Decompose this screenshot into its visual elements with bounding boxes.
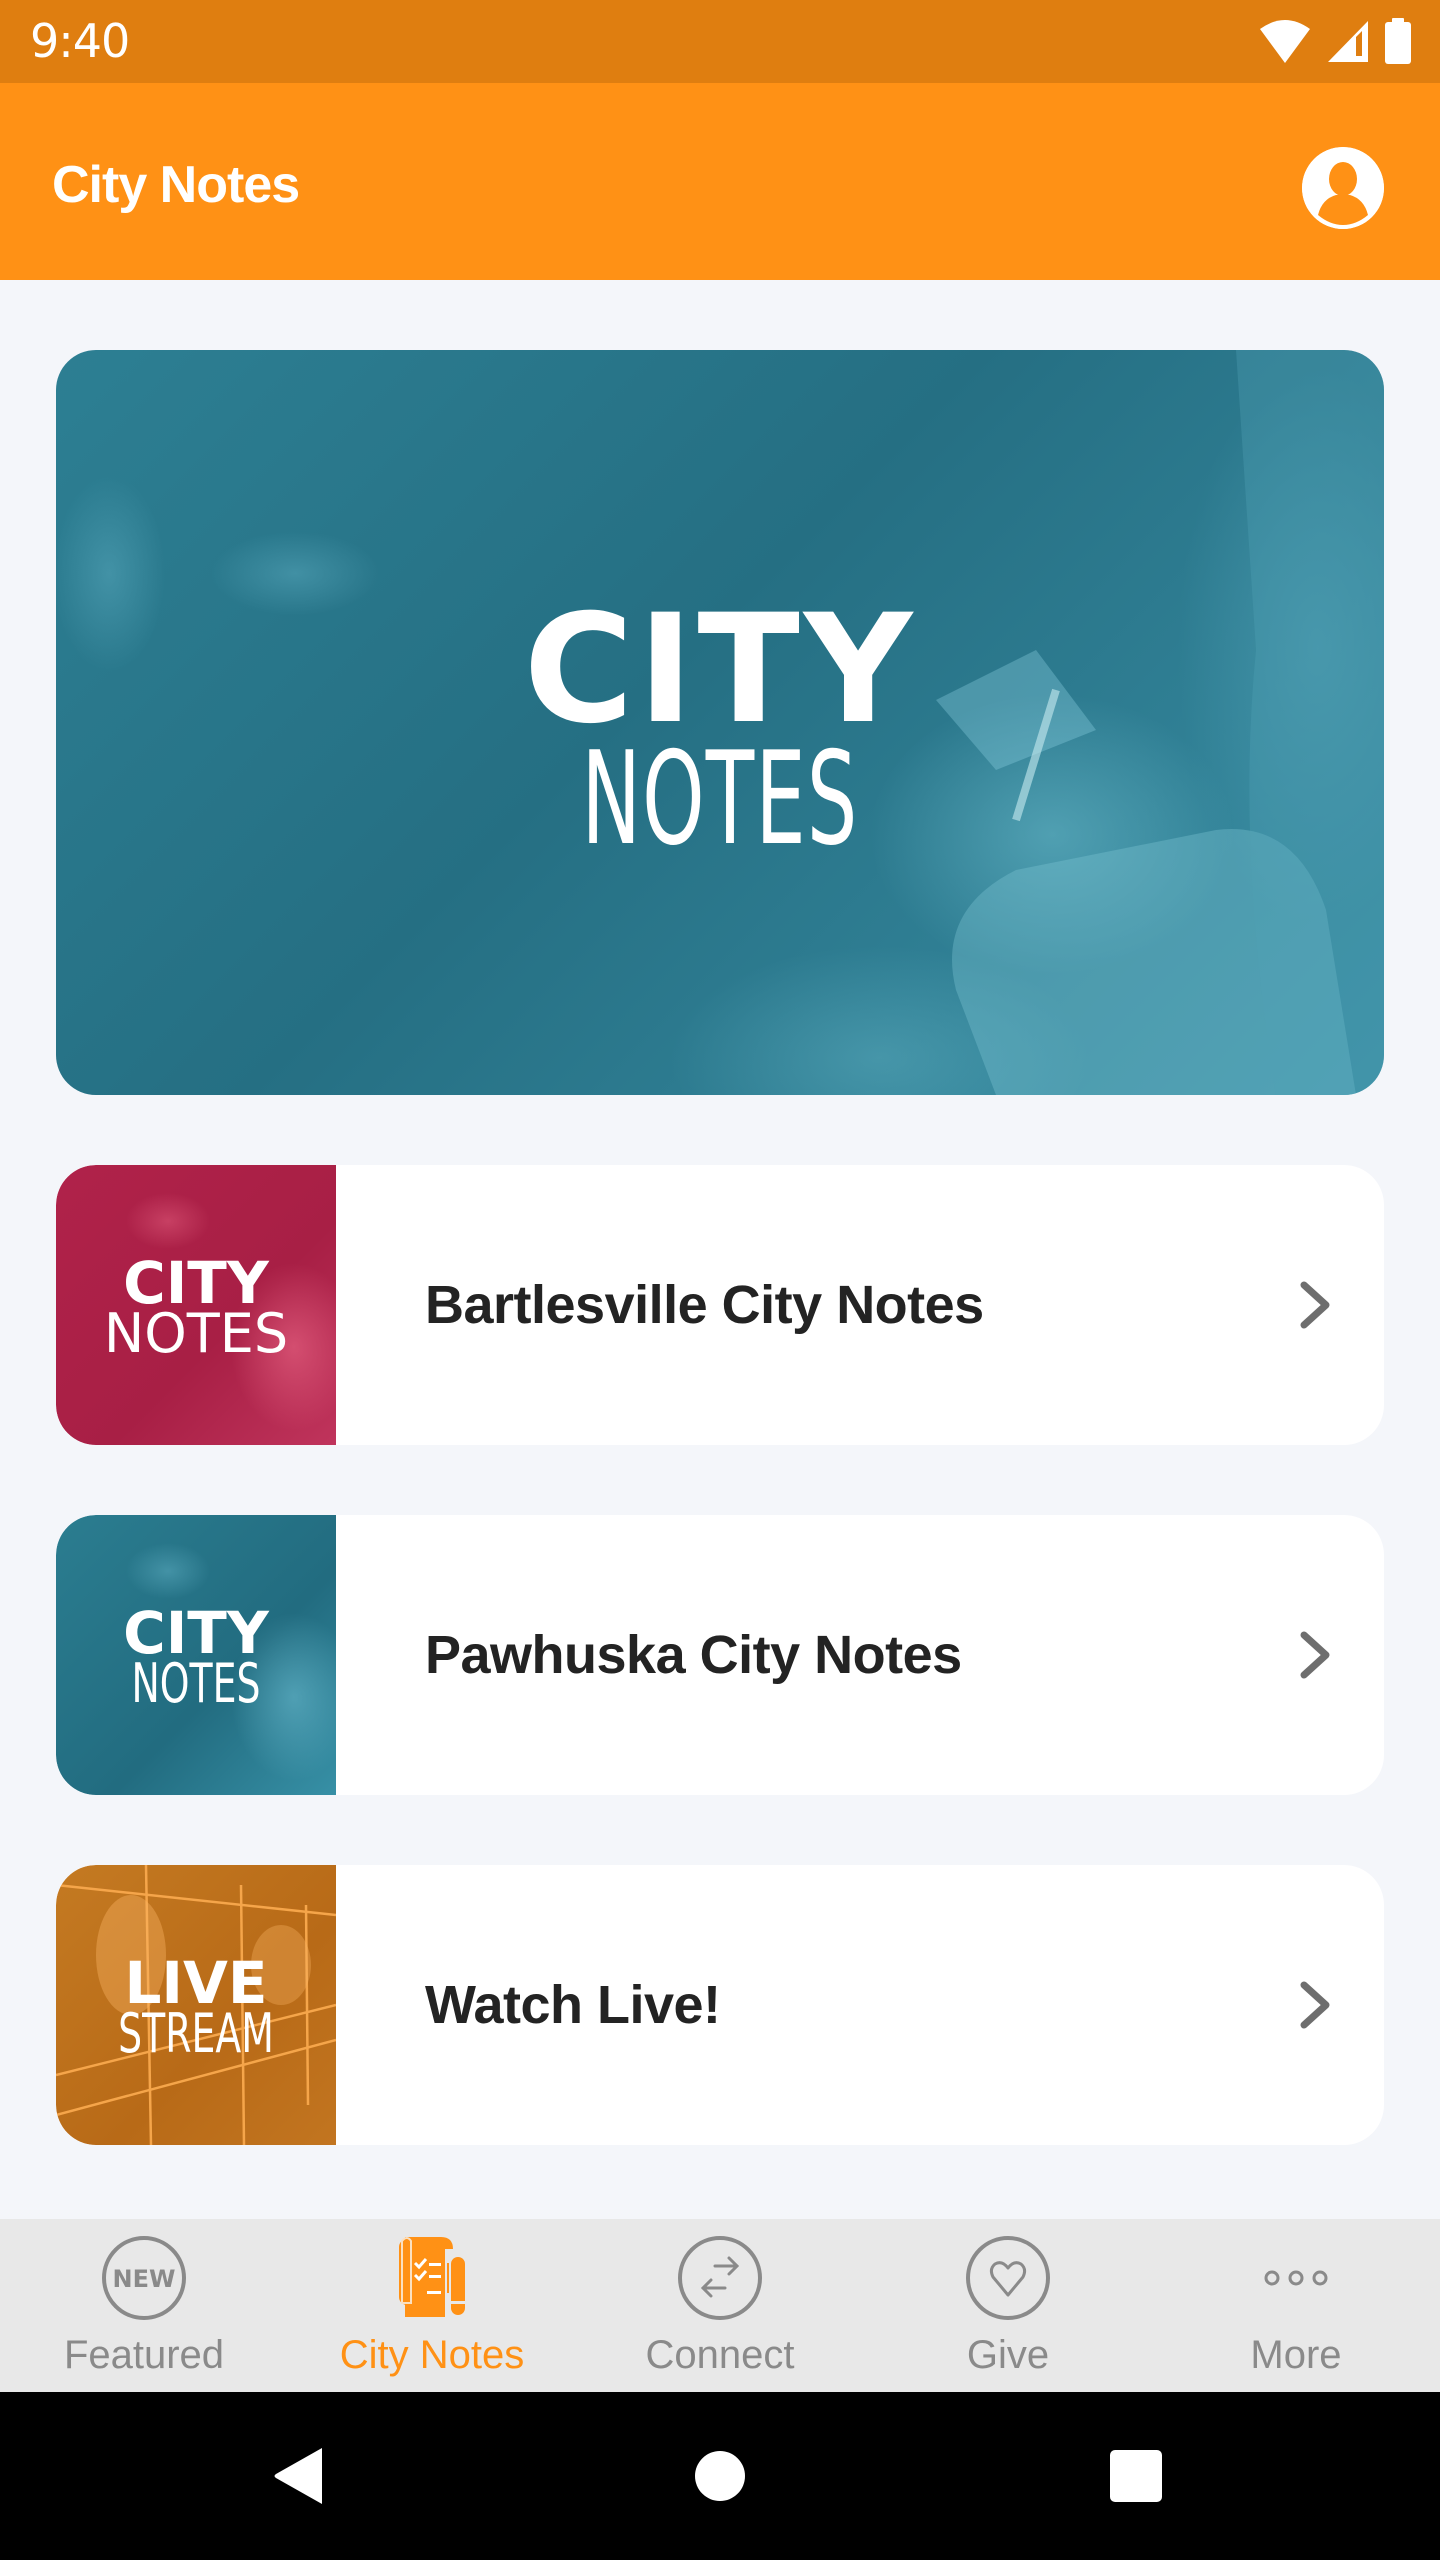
card-thumbnail: LIVE STREAM bbox=[56, 1865, 336, 2145]
banner-logo-line2: NOTES bbox=[581, 725, 859, 874]
cellular-signal-icon bbox=[1326, 19, 1370, 63]
tab-featured[interactable]: NEW Featured bbox=[0, 2219, 288, 2392]
tab-give[interactable]: Give bbox=[864, 2219, 1152, 2392]
list-item-bartlesville[interactable]: CITY NOTES Bartlesville City Notes bbox=[56, 1165, 1384, 1445]
card-label: Pawhuska City Notes bbox=[425, 1625, 962, 1685]
battery-icon bbox=[1384, 18, 1412, 64]
notes-checklist-icon bbox=[399, 2237, 465, 2317]
thumbnail-logo: LIVE STREAM bbox=[56, 1954, 336, 2065]
tab-label: More bbox=[1250, 2333, 1342, 2377]
more-dots-icon bbox=[1264, 2270, 1328, 2286]
tab-connect[interactable]: Connect bbox=[576, 2219, 864, 2392]
tab-label: Featured bbox=[63, 2333, 225, 2377]
tab-label: City Notes bbox=[339, 2333, 525, 2377]
profile-button[interactable] bbox=[1302, 147, 1384, 229]
card-thumbnail: CITY NOTES bbox=[56, 1515, 336, 1795]
card-label: Bartlesville City Notes bbox=[425, 1275, 984, 1335]
status-time: 9:40 bbox=[30, 14, 130, 68]
banner-logo: CITY NOTES bbox=[56, 583, 1384, 874]
system-nav-bar bbox=[0, 2392, 1440, 2560]
thumbnail-line2: NOTES bbox=[131, 1652, 261, 1715]
status-bar: 9:40 bbox=[0, 0, 1440, 83]
app-header: City Notes bbox=[0, 83, 1440, 280]
chevron-right-icon bbox=[1300, 1981, 1330, 2029]
back-icon[interactable] bbox=[270, 2446, 330, 2506]
recents-icon[interactable] bbox=[1106, 2446, 1166, 2506]
thumbnail-line2: STREAM bbox=[118, 2002, 274, 2065]
card-thumbnail: CITY NOTES bbox=[56, 1165, 336, 1445]
list-item-pawhuska[interactable]: CITY NOTES Pawhuska City Notes bbox=[56, 1515, 1384, 1795]
tab-more[interactable]: More bbox=[1152, 2219, 1440, 2392]
list-item-watch-live[interactable]: LIVE STREAM Watch Live! bbox=[56, 1865, 1384, 2145]
thumbnail-line2: NOTES bbox=[103, 1302, 289, 1365]
city-notes-banner[interactable]: CITY NOTES bbox=[56, 350, 1384, 1095]
heart-icon bbox=[966, 2236, 1050, 2320]
page-title: City Notes bbox=[52, 156, 300, 214]
swap-arrows-icon bbox=[678, 2236, 762, 2320]
wifi-icon bbox=[1258, 19, 1312, 63]
banner-logo-line1: CITY bbox=[523, 583, 917, 757]
chevron-right-icon bbox=[1300, 1281, 1330, 1329]
thumbnail-logo: CITY NOTES bbox=[56, 1604, 336, 1715]
status-icons bbox=[1258, 18, 1412, 64]
card-label: Watch Live! bbox=[425, 1975, 721, 2035]
new-badge-icon: NEW bbox=[102, 2236, 186, 2320]
tab-label: Give bbox=[966, 2333, 1050, 2377]
svg-text:NEW: NEW bbox=[113, 2265, 176, 2293]
tab-label: Connect bbox=[645, 2333, 795, 2377]
home-icon[interactable] bbox=[690, 2446, 750, 2506]
account-circle-icon bbox=[1302, 147, 1384, 229]
thumbnail-logo: CITY NOTES bbox=[56, 1254, 336, 1365]
bottom-tab-bar: NEW Featured City Notes Connect Give Mor… bbox=[0, 2219, 1440, 2392]
tab-city-notes[interactable]: City Notes bbox=[288, 2219, 576, 2392]
chevron-right-icon bbox=[1300, 1631, 1330, 1679]
